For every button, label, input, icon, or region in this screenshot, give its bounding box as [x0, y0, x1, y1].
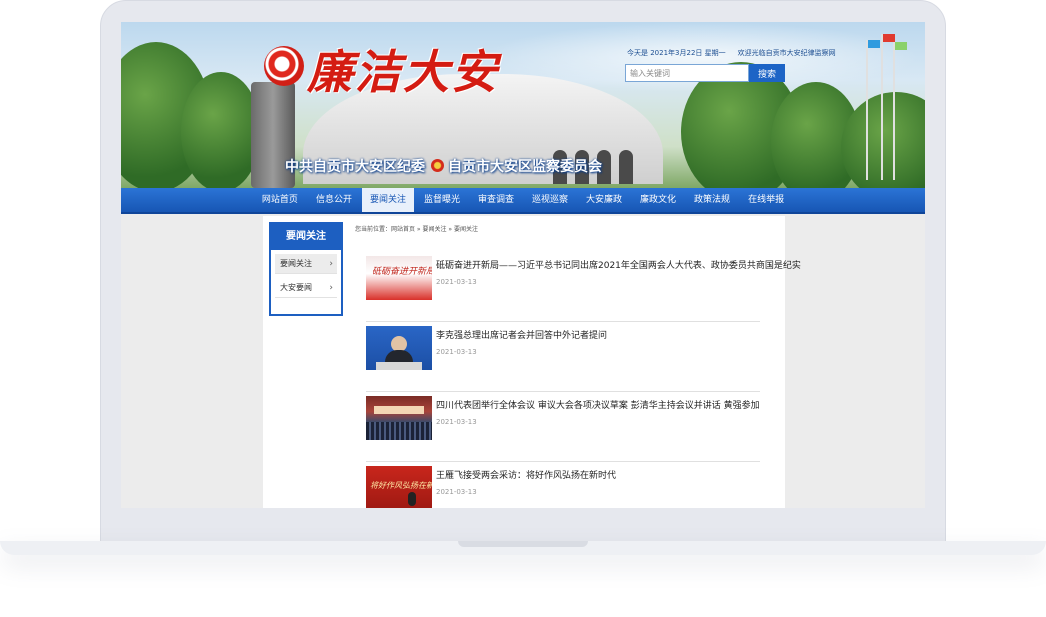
- nav-item-online-report[interactable]: 在线举报: [740, 188, 792, 212]
- microphone-icon: [408, 492, 416, 506]
- nav-item-news-focus[interactable]: 要闻关注: [361, 188, 414, 212]
- speaker-desk: [376, 362, 422, 370]
- list-item: 砥砺奋进开新局 砥砺奋进开新局——习近平总书记同出席2021年全国两会人大代表、…: [366, 252, 801, 322]
- site-logo-text[interactable]: 廉洁大安: [307, 36, 499, 102]
- news-list: 砥砺奋进开新局 砥砺奋进开新局——习近平总书记同出席2021年全国两会人大代表、…: [366, 252, 801, 508]
- list-item: 四川代表团举行全体会议 审议大会各项决议草案 彭清华主持会议并讲话 黄强参加 2…: [366, 392, 760, 462]
- main-nav: 网站首页 信息公开 要闻关注 监督曝光 审查调查 巡视巡察 大安廉政 廉政文化 …: [121, 188, 925, 214]
- nav-item-investigation[interactable]: 审查调查: [470, 188, 522, 212]
- search-button[interactable]: 搜索: [749, 64, 785, 82]
- site-logo-icon[interactable]: [264, 46, 304, 86]
- sidebar-item-label: 要闻关注: [280, 259, 312, 268]
- nav-item-supervision-exposure[interactable]: 监督曝光: [416, 188, 468, 212]
- thumbnail-caption: 砥砺奋进开新局: [372, 267, 432, 277]
- sidebar-item-label: 大安要闻: [280, 283, 312, 292]
- sidebar-item-news-focus[interactable]: 要闻关注 ›: [275, 254, 337, 274]
- banner-tree: [841, 92, 925, 188]
- flagpole: [866, 40, 868, 180]
- site-banner: 廉洁大安 中共自贡市大安区纪委 自贡市大安区监察委员会 今天是 2021年3月22…: [121, 22, 925, 188]
- flag: [883, 34, 895, 42]
- sidebar-item-daan-news[interactable]: 大安要闻 ›: [275, 278, 337, 298]
- list-item: 将好作风弘扬在新时代 王雁飞接受两会采访：将好作风弘扬在新时代 2021-03-…: [366, 462, 760, 508]
- nav-item-policy-regulations[interactable]: 政策法规: [686, 188, 738, 212]
- sidebar-title: 要闻关注: [271, 224, 341, 250]
- nav-item-info-disclosure[interactable]: 信息公开: [308, 188, 360, 212]
- banner-tree: [181, 72, 261, 188]
- org-left: 中共自贡市大安区纪委: [285, 159, 425, 175]
- news-title-link[interactable]: 王雁飞接受两会采访：将好作风弘扬在新时代: [436, 468, 616, 481]
- flagpole: [893, 42, 895, 180]
- nav-item-home[interactable]: 网站首页: [254, 188, 306, 212]
- flag: [868, 40, 880, 48]
- thumbnail-caption: 将好作风弘扬在新时代: [370, 481, 432, 490]
- top-info-bar: 今天是 2021年3月22日 星期一 欢迎光临自贡市大安纪律监察网: [627, 48, 836, 58]
- news-date: 2021-03-13: [436, 278, 477, 286]
- building-arch: [619, 150, 633, 184]
- news-date: 2021-03-13: [436, 418, 477, 426]
- hall-audience: [366, 422, 432, 440]
- laptop-notch: [458, 541, 588, 547]
- news-date: 2021-03-13: [436, 488, 477, 496]
- list-item: 李克强总理出席记者会并回答中外记者提问 2021-03-13: [366, 322, 760, 392]
- news-thumbnail[interactable]: [366, 396, 432, 440]
- browser-viewport: 廉洁大安 中共自贡市大安区纪委 自贡市大安区监察委员会 今天是 2021年3月22…: [121, 22, 925, 508]
- search-input[interactable]: [625, 64, 749, 82]
- news-thumbnail[interactable]: [366, 326, 432, 370]
- news-date: 2021-03-13: [436, 348, 477, 356]
- main-content: 要闻关注 要闻关注 › 大安要闻 › 您当前位置：网站首页 » 要闻关注 » 要…: [263, 216, 801, 508]
- breadcrumb: 您当前位置：网站首页 » 要闻关注 » 要闻关注: [355, 226, 478, 233]
- chevron-right-icon: ›: [329, 283, 333, 293]
- organization-names: 中共自贡市大安区纪委 自贡市大安区监察委员会: [285, 156, 602, 176]
- current-date: 今天是 2021年3月22日 星期一: [627, 49, 726, 57]
- welcome-text: 欢迎光临自贡市大安纪律监察网: [737, 49, 836, 57]
- nav-item-inspection-tour[interactable]: 巡视巡察: [524, 188, 576, 212]
- nav-item-integrity-culture[interactable]: 廉政文化: [632, 188, 684, 212]
- flag: [895, 42, 907, 50]
- news-title-link[interactable]: 四川代表团举行全体会议 审议大会各项决议草案 彭清华主持会议并讲话 黄强参加: [436, 398, 760, 411]
- search-box: 搜索: [625, 64, 785, 82]
- news-thumbnail[interactable]: 将好作风弘扬在新时代: [366, 466, 432, 508]
- sidebar: 要闻关注 要闻关注 › 大安要闻 ›: [269, 222, 343, 316]
- nav-item-daan-integrity[interactable]: 大安廉政: [578, 188, 630, 212]
- flagpole: [881, 34, 883, 180]
- chevron-right-icon: ›: [329, 259, 333, 269]
- hall-stage: [374, 406, 424, 414]
- org-right: 自贡市大安区监察委员会: [448, 159, 602, 175]
- party-emblem-icon: [431, 159, 444, 172]
- news-title-link[interactable]: 砥砺奋进开新局——习近平总书记同出席2021年全国两会人大代表、政协委员共商国是…: [436, 258, 801, 271]
- news-title-link[interactable]: 李克强总理出席记者会并回答中外记者提问: [436, 328, 607, 341]
- news-thumbnail[interactable]: 砥砺奋进开新局: [366, 256, 432, 300]
